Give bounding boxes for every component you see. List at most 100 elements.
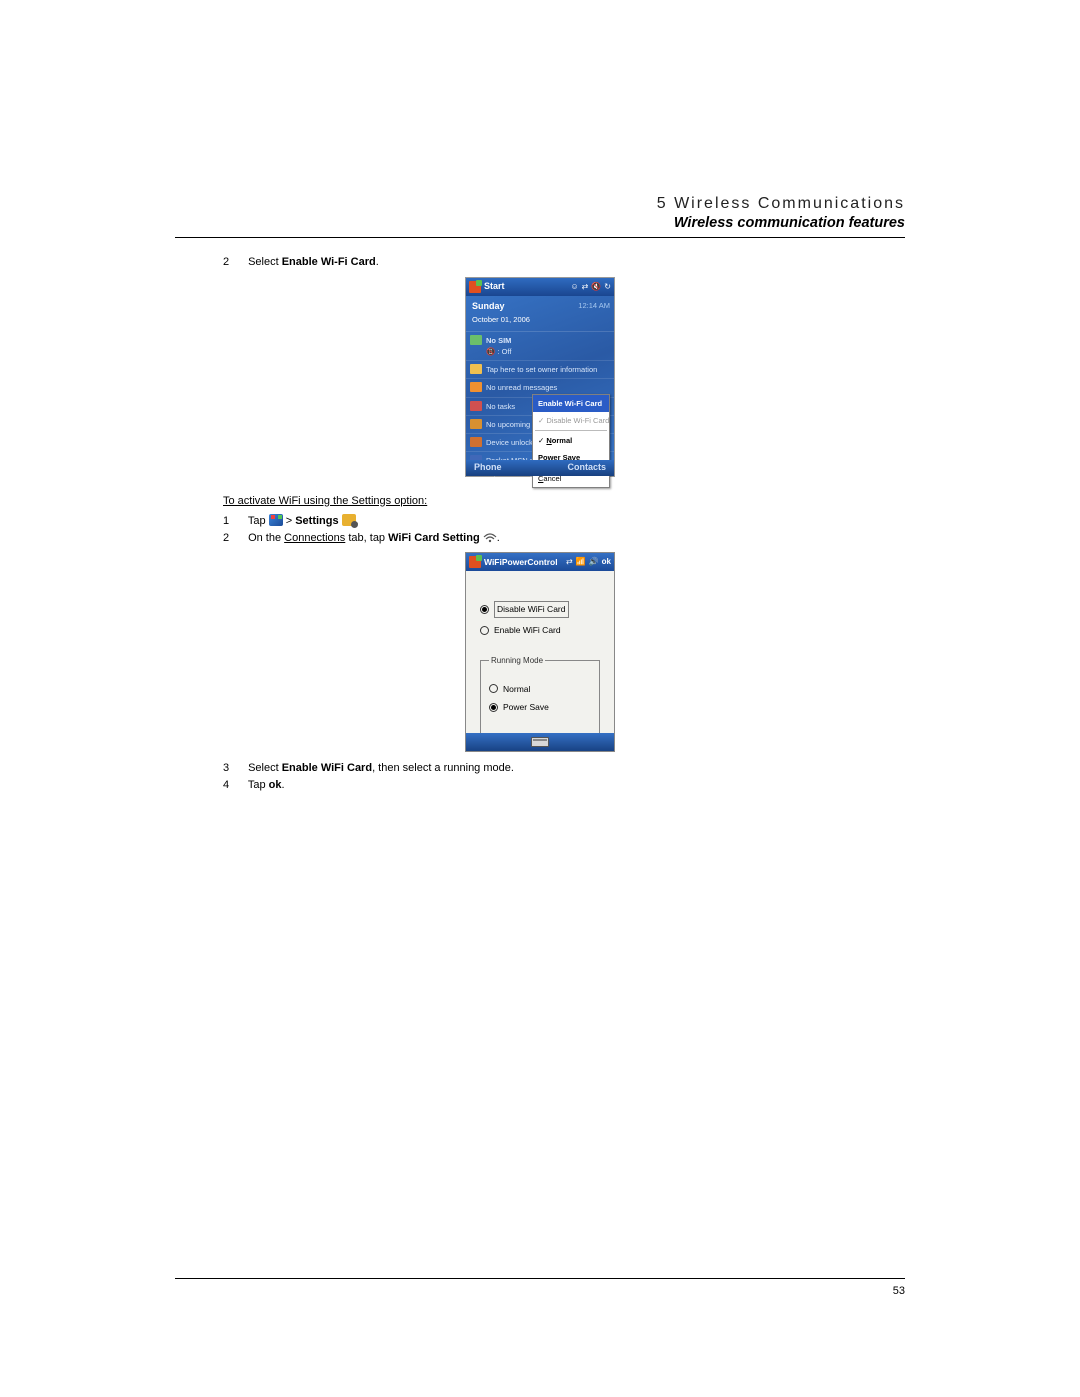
- radio-icon: [489, 684, 498, 693]
- tray-icon: 📶: [576, 556, 586, 568]
- page-header: 5 Wireless Communications Wireless commu…: [175, 195, 905, 231]
- shot1-softkeys: Phone Contacts: [466, 460, 614, 476]
- step-number: 2: [223, 254, 245, 271]
- start-label: Start: [484, 280, 505, 294]
- settings-icon: [342, 514, 356, 526]
- step-text: Select Enable WiFi Card, then select a r…: [248, 762, 514, 774]
- windows-flag-icon: [469, 556, 481, 568]
- phone-icon: [470, 335, 482, 345]
- step-3: 3 Select Enable WiFi Card, then select a…: [223, 760, 905, 777]
- tray-icon: 🔇: [591, 281, 601, 293]
- fieldset-legend: Running Mode: [489, 655, 545, 667]
- step-number: 2: [223, 530, 245, 547]
- shot2-bottom-bar: [466, 733, 614, 751]
- step-text: Tap ok.: [248, 779, 285, 791]
- row-owner: Tap here to set owner information: [466, 361, 614, 379]
- window-title: WiFiPowerControl: [484, 556, 558, 569]
- text: Select: [248, 762, 282, 774]
- clock: 12:14 AM: [578, 300, 610, 311]
- header-rule: [175, 237, 905, 238]
- text: : Off: [495, 347, 511, 356]
- keyboard-icon[interactable]: [531, 737, 549, 747]
- start-icon: [269, 514, 283, 526]
- link-text: Connections: [284, 532, 345, 544]
- softkey-phone[interactable]: Phone: [474, 461, 502, 475]
- shot2-titlebar: WiFiPowerControl ⇄ 📶 🔊 ok: [466, 553, 614, 571]
- screenshot-wifi-power-control: WiFiPowerControl ⇄ 📶 🔊 ok Disable WiFi C…: [465, 552, 615, 752]
- shot1-titlebar: Start ☺ ⇄ 🔇 ↻: [466, 278, 614, 296]
- step-1: 1 Tap > Settings .: [223, 513, 905, 530]
- text: .: [282, 779, 285, 791]
- text: ormal: [552, 436, 572, 445]
- text: Tap: [248, 515, 269, 527]
- radio-icon: [489, 703, 498, 712]
- nosim-icon: 📵: [486, 347, 495, 356]
- tray-icon: ⇄: [582, 281, 589, 293]
- radio-label: Enable WiFi Card: [494, 624, 561, 637]
- calendar-icon: [470, 419, 482, 429]
- text: No SIM: [486, 336, 511, 345]
- step-4: 4 Tap ok.: [223, 777, 905, 794]
- radio-disable-wifi[interactable]: Disable WiFi Card: [480, 601, 600, 618]
- step-number: 3: [223, 760, 245, 777]
- radio-enable-wifi[interactable]: Enable WiFi Card: [480, 624, 600, 637]
- step-number: 1: [223, 513, 245, 530]
- owner-icon: [470, 364, 482, 374]
- step-2-prior: 2 Select Enable Wi-Fi Card.: [223, 254, 905, 271]
- radio-label: Normal: [503, 683, 530, 696]
- radio-icon: [480, 626, 489, 635]
- bold-text: Enable Wi-Fi Card: [282, 256, 376, 268]
- row-text: No unread messages: [486, 382, 610, 393]
- full-date: October 01, 2006: [472, 315, 530, 324]
- bold-text: Enable WiFi Card: [282, 762, 372, 774]
- tasks-icon: [470, 401, 482, 411]
- radio-icon: [480, 605, 489, 614]
- radio-power-save[interactable]: Power Save: [489, 701, 591, 714]
- text: Select: [248, 256, 282, 268]
- step-text: On the Connections tab, tap WiFi Card Se…: [248, 532, 500, 544]
- tray-icon: 🔊: [589, 556, 599, 568]
- chapter-title: 5 Wireless Communications: [175, 195, 905, 213]
- tray-icon: ☺: [570, 281, 578, 293]
- tray-icon: ↻: [604, 281, 611, 293]
- softkey-contacts[interactable]: Contacts: [567, 461, 606, 475]
- footer-rule: [175, 1278, 905, 1279]
- ok-button[interactable]: ok: [602, 556, 611, 568]
- shot2-body: Disable WiFi Card Enable WiFi Card Runni…: [466, 571, 614, 739]
- windows-flag-icon: [469, 281, 481, 293]
- step-number: 4: [223, 777, 245, 794]
- radio-label: Power Save: [503, 701, 549, 714]
- row-text: Tap here to set owner information: [486, 364, 610, 375]
- running-mode-group: Running Mode Normal Power Save: [480, 655, 600, 740]
- system-tray: ☺ ⇄ 🔇 ↻: [570, 281, 611, 293]
- text: On the: [248, 532, 284, 544]
- bold-text: Settings: [295, 515, 338, 527]
- row-phone: No SIM 📵 : Off: [466, 332, 614, 362]
- page-number: 53: [175, 1285, 905, 1297]
- tray-icon: ⇄: [566, 556, 573, 568]
- bold-text: ok: [269, 779, 282, 791]
- text: Tap: [248, 779, 269, 791]
- ctx-disable-wifi[interactable]: Disable Wi-Fi Card: [533, 412, 609, 429]
- text: tab, tap: [345, 532, 388, 544]
- text: .: [497, 532, 500, 544]
- unlock-icon: [470, 437, 482, 447]
- step-text: Tap > Settings .: [248, 515, 359, 527]
- envelope-icon: [470, 382, 482, 392]
- page-footer: 53: [175, 1278, 905, 1297]
- step-2: 2 On the Connections tab, tap WiFi Card …: [223, 530, 905, 547]
- row-text: No SIM 📵 : Off: [486, 335, 610, 358]
- body-content: 2 Select Enable Wi-Fi Card. Start ☺ ⇄ 🔇 …: [175, 254, 905, 793]
- radio-label: Disable WiFi Card: [494, 601, 569, 618]
- radio-normal[interactable]: Normal: [489, 683, 591, 696]
- menu-separator: [535, 430, 607, 431]
- step-text: Select Enable Wi-Fi Card.: [248, 256, 379, 268]
- screenshot-today-screen: Start ☺ ⇄ 🔇 ↻ Sunday October 01, 2006 12…: [465, 277, 615, 477]
- system-tray: ⇄ 📶 🔊 ok: [566, 556, 611, 568]
- ctx-normal[interactable]: Normal: [533, 432, 609, 449]
- section-title: Wireless communication features: [175, 215, 905, 231]
- wifi-icon: [483, 532, 497, 542]
- text: >: [283, 515, 296, 527]
- ctx-enable-wifi[interactable]: Enable Wi-Fi Card: [533, 395, 609, 412]
- bold-text: WiFi Card Setting: [388, 532, 480, 544]
